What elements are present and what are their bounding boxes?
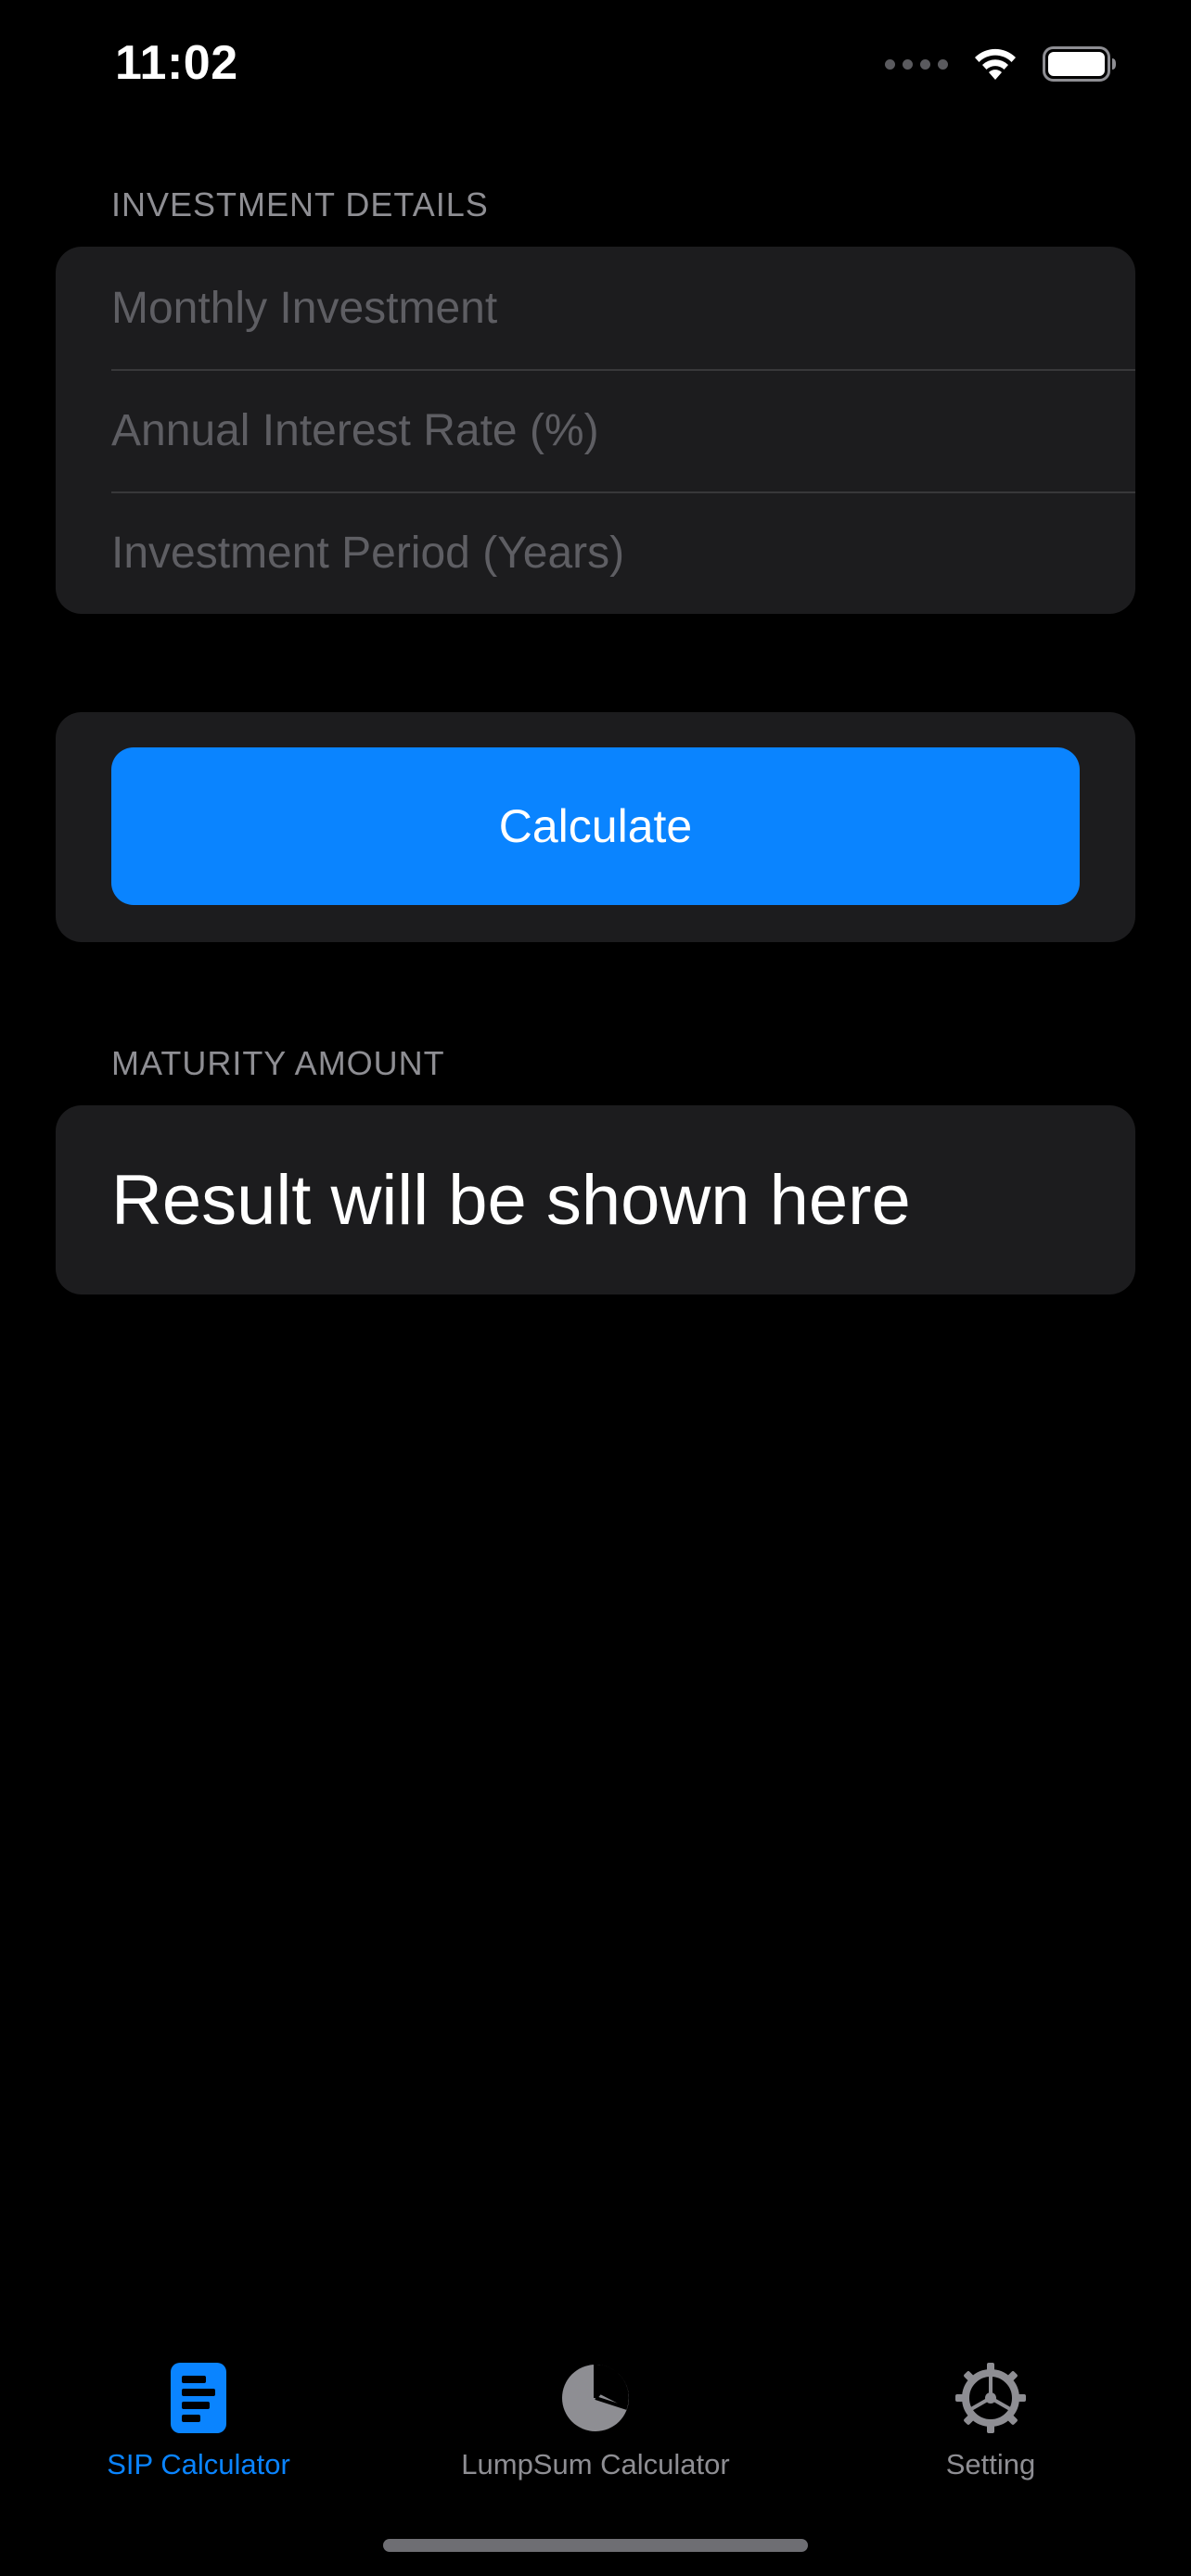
investment-period-row <box>56 491 1135 614</box>
status-time: 11:02 <box>115 36 238 90</box>
annual-interest-rate-input[interactable] <box>111 404 1135 456</box>
annual-interest-rate-row <box>56 369 1135 491</box>
maturity-amount-header: MATURITY AMOUNT <box>111 1044 445 1082</box>
tab-label: SIP Calculator <box>107 2448 290 2480</box>
status-bar: 11:02 <box>0 0 1191 139</box>
tab-label: Setting <box>945 2448 1036 2480</box>
monthly-investment-row <box>56 247 1135 369</box>
status-indicators <box>885 46 1117 82</box>
sip-calculator-screen: 11:02 INVESTMENT DETAILS Monthly Investm… <box>0 0 1191 2576</box>
tab-label: LumpSum Calculator <box>461 2448 730 2480</box>
gear-icon <box>955 2361 1026 2435</box>
result-text: Result will be shown here <box>111 1160 911 1240</box>
wifi-icon <box>972 46 1018 82</box>
pie-chart-icon <box>561 2361 630 2435</box>
tab-lumpsum-calculator[interactable]: LumpSum Calculator <box>401 2337 790 2485</box>
calculate-card: Calculate <box>56 712 1135 942</box>
tab-bar: SIP Calculator LumpSum Calculator Settin… <box>0 2337 1191 2513</box>
result-card: Result will be shown here <box>56 1105 1135 1294</box>
document-list-icon <box>171 2361 226 2435</box>
cellular-signal-icon <box>885 58 948 70</box>
investment-form-card <box>56 247 1135 614</box>
calculate-button[interactable]: Calculate <box>111 747 1080 905</box>
battery-icon <box>1043 46 1117 82</box>
home-indicator <box>383 2539 808 2552</box>
monthly-investment-input[interactable] <box>111 282 1135 334</box>
investment-period-input[interactable] <box>111 527 1135 579</box>
tab-sip-calculator[interactable]: SIP Calculator <box>4 2337 393 2485</box>
tab-setting[interactable]: Setting <box>796 2337 1185 2485</box>
investment-details-header: INVESTMENT DETAILS <box>111 185 489 223</box>
